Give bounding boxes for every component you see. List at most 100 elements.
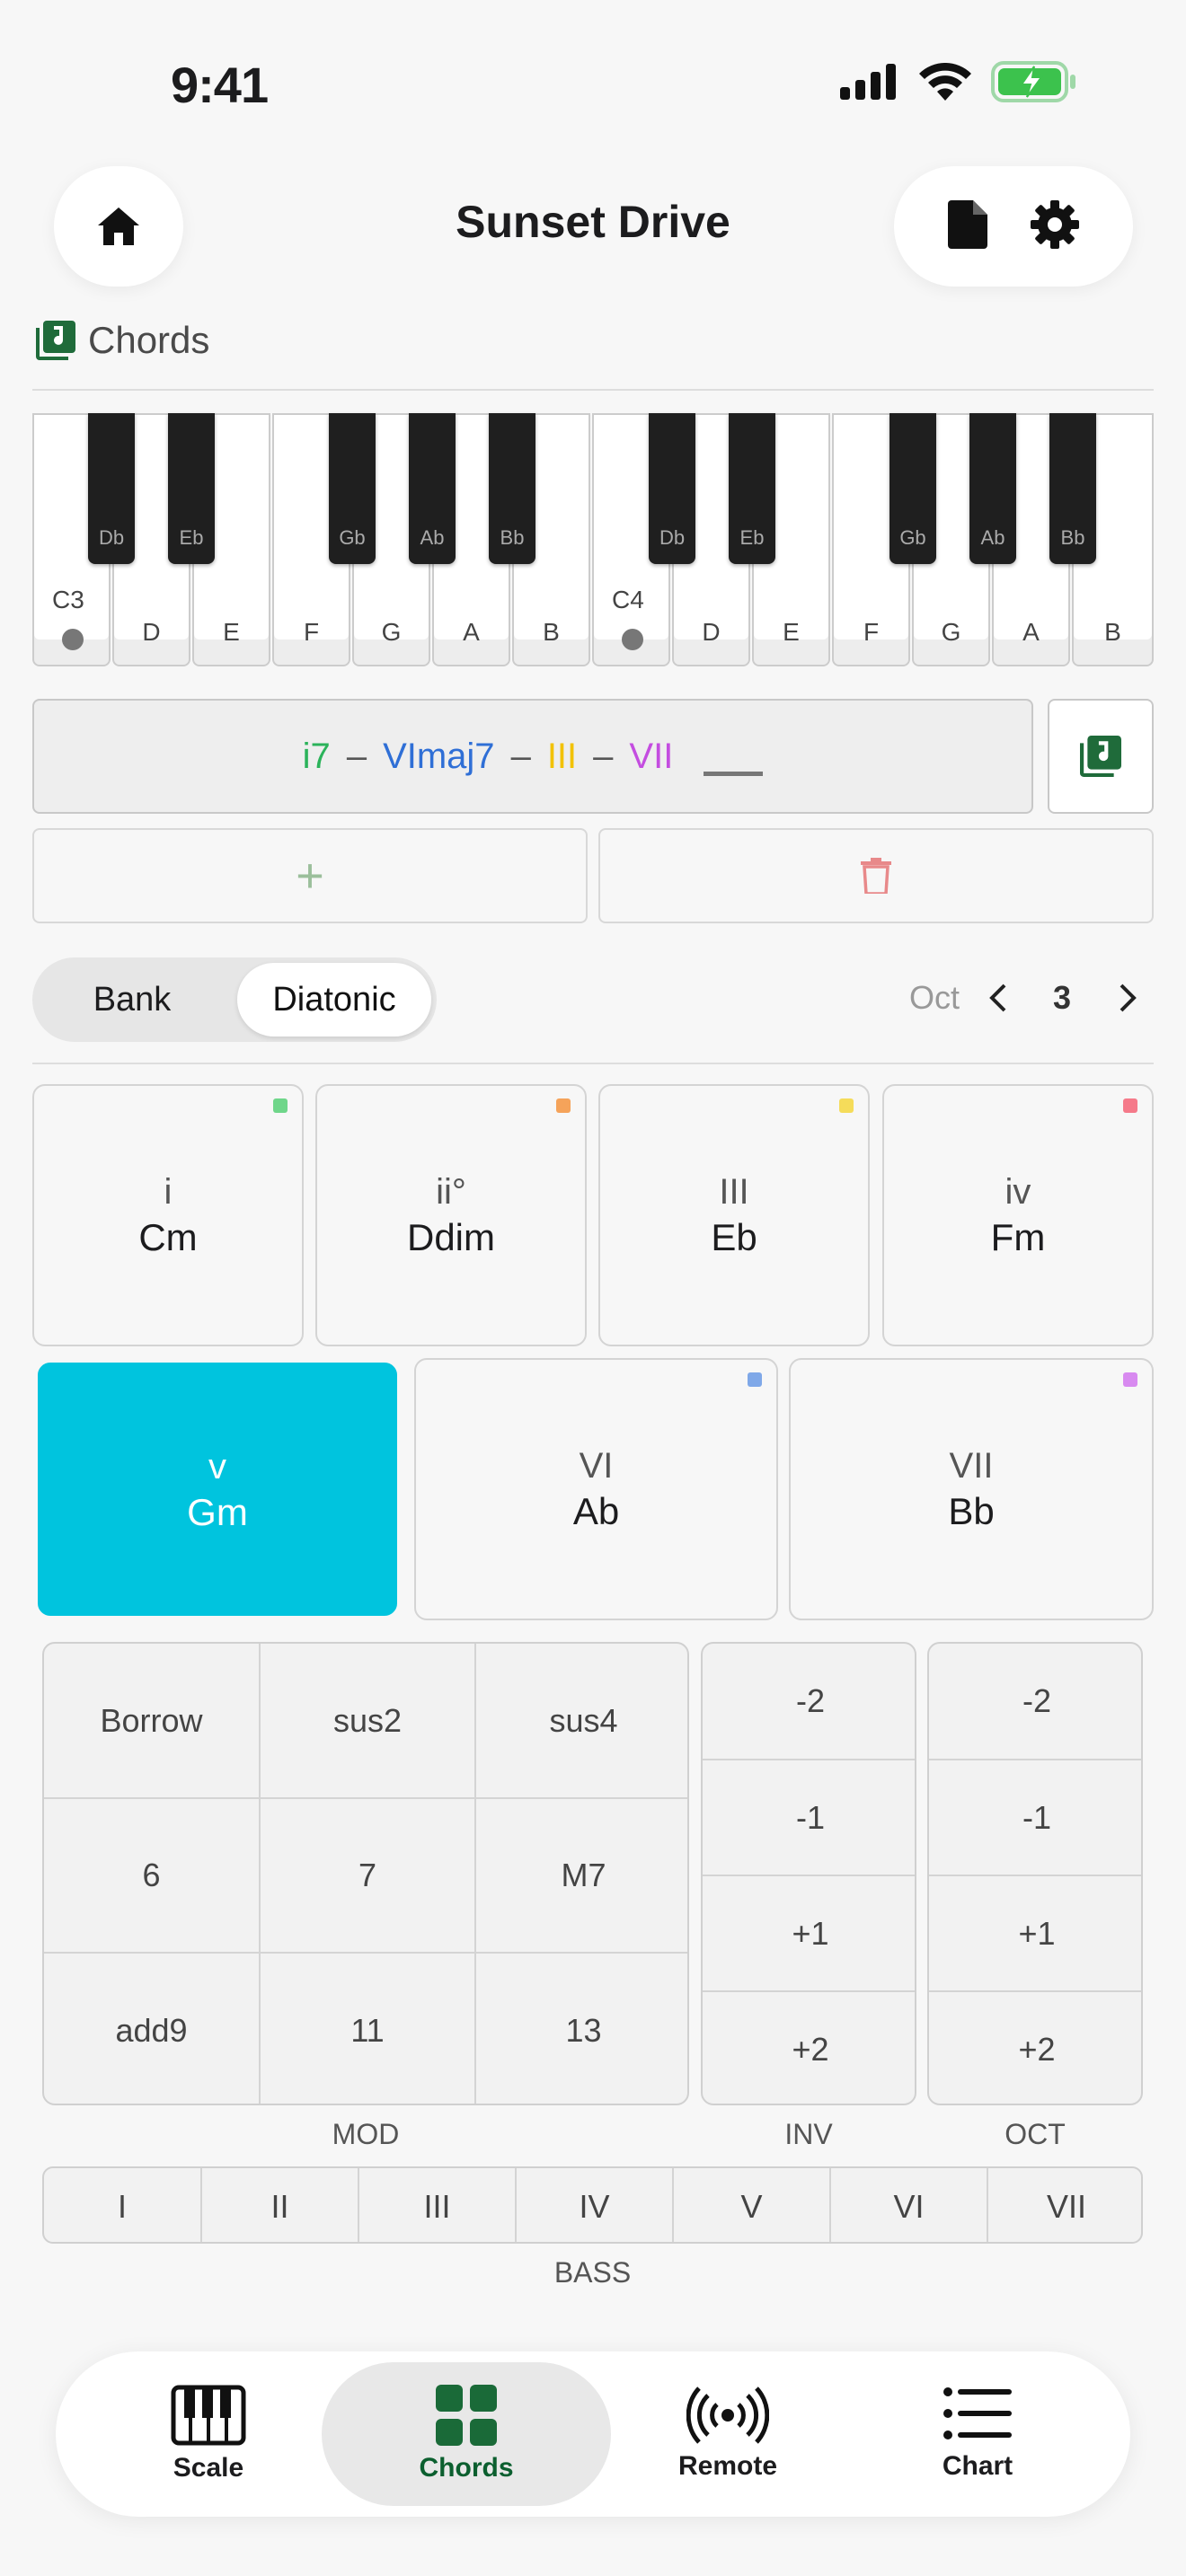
key-label: Eb xyxy=(739,526,765,549)
key-label: Bb xyxy=(500,526,525,549)
black-key[interactable]: Gb xyxy=(329,413,376,564)
chord-card[interactable]: VII Bb xyxy=(789,1358,1154,1620)
black-key[interactable]: Gb xyxy=(890,413,936,564)
marker-dot xyxy=(622,629,643,650)
chord-name: Gm xyxy=(187,1491,248,1533)
chord-card[interactable]: iv Fm xyxy=(882,1084,1154,1346)
black-key[interactable]: Eb xyxy=(168,413,215,564)
mod-sus4-button[interactable]: sus4 xyxy=(476,1644,687,1797)
chevron-left-icon[interactable] xyxy=(988,984,1008,1012)
key-label: Ab xyxy=(420,526,445,549)
color-tag xyxy=(1123,1098,1137,1113)
color-tag xyxy=(273,1098,288,1113)
progression-chord[interactable]: VImaj7 xyxy=(383,737,495,777)
mod-add9-button[interactable]: add9 xyxy=(44,1954,259,2104)
black-key[interactable]: Ab xyxy=(409,413,456,564)
chord-card[interactable]: VI Ab xyxy=(414,1358,778,1620)
black-key[interactable]: Bb xyxy=(1049,413,1096,564)
oct-plus-2-button[interactable]: +2 xyxy=(929,1992,1141,2104)
divider xyxy=(32,389,1154,391)
key-label: G xyxy=(941,618,961,646)
document-button[interactable] xyxy=(948,199,987,253)
document-icon xyxy=(948,199,987,249)
bass-vii-button[interactable]: VII xyxy=(988,2168,1141,2242)
oct-plus-1-button[interactable]: +1 xyxy=(929,1876,1141,1990)
oct-minus-1-button[interactable]: -1 xyxy=(929,1760,1141,1875)
chord-name: Ab xyxy=(572,1490,620,1532)
roman-numeral: III xyxy=(719,1172,749,1212)
piano-keyboard[interactable]: C3 D E F G A B C4 D E F G A B Db Eb Gb A… xyxy=(32,413,1154,666)
bass-iv-button[interactable]: IV xyxy=(517,2168,672,2242)
chord-card[interactable]: III Eb xyxy=(598,1084,870,1346)
piano-icon xyxy=(171,2385,246,2446)
black-key[interactable]: Eb xyxy=(729,413,775,564)
chord-name: Eb xyxy=(711,1216,757,1258)
status-icons xyxy=(840,61,1077,102)
key-label: Db xyxy=(98,526,125,549)
key-label: E xyxy=(223,618,240,646)
tab-chart[interactable]: Chart xyxy=(879,2351,1076,2517)
mod-13-button[interactable]: 13 xyxy=(476,1954,687,2104)
black-key[interactable]: Bb xyxy=(489,413,535,564)
key-label: B xyxy=(1104,618,1121,646)
black-key[interactable]: Db xyxy=(649,413,695,564)
progression-chord[interactable]: i7 xyxy=(303,737,331,777)
tab-remote[interactable]: Remote xyxy=(629,2351,827,2517)
separator: – xyxy=(346,736,367,776)
diatonic-tab[interactable]: Diatonic xyxy=(237,963,431,1037)
chevron-right-icon[interactable] xyxy=(1118,984,1137,1012)
octave-label: C3 xyxy=(52,586,84,613)
delete-chord-button[interactable] xyxy=(598,828,1154,923)
bass-iii-button[interactable]: III xyxy=(359,2168,515,2242)
chord-name: Cm xyxy=(138,1216,198,1258)
gear-icon xyxy=(1031,199,1079,249)
home-button[interactable] xyxy=(54,166,183,287)
roman-numeral: VI xyxy=(579,1446,614,1486)
tab-label: Chart xyxy=(942,2451,1013,2481)
inv-minus-1-button[interactable]: -1 xyxy=(703,1760,915,1875)
progression-chord[interactable]: III xyxy=(547,737,577,777)
mod-7-button[interactable]: 7 xyxy=(261,1799,474,1952)
roman-numeral: i xyxy=(164,1172,173,1212)
mod-6-button[interactable]: 6 xyxy=(44,1799,259,1952)
mod-m7-button[interactable]: M7 xyxy=(476,1799,687,1952)
chord-card[interactable]: ii° Ddim xyxy=(315,1084,587,1346)
settings-button[interactable] xyxy=(1031,199,1079,253)
inv-plus-2-button[interactable]: +2 xyxy=(703,1992,915,2104)
key-label: A xyxy=(1022,618,1040,646)
oct-minus-2-button[interactable]: -2 xyxy=(929,1644,1141,1759)
add-chord-button[interactable]: + xyxy=(32,828,588,923)
mod-11-button[interactable]: 11 xyxy=(261,1954,474,2104)
mode-segmented-control[interactable]: Bank Diatonic xyxy=(32,957,437,1042)
key-label: F xyxy=(303,618,320,646)
bass-vi-button[interactable]: VI xyxy=(831,2168,987,2242)
bass-ii-button[interactable]: II xyxy=(202,2168,358,2242)
color-tag xyxy=(748,1372,762,1387)
tab-bar: Scale Chords Remote Chart xyxy=(56,2351,1130,2517)
tab-chords[interactable]: Chords xyxy=(322,2362,611,2506)
mod-borrow-button[interactable]: Borrow xyxy=(44,1644,259,1797)
chord-card-selected[interactable]: v Gm xyxy=(38,1363,397,1616)
mod-sus2-button[interactable]: sus2 xyxy=(261,1644,474,1797)
broadcast-icon xyxy=(686,2386,769,2444)
black-key[interactable]: Db xyxy=(88,413,135,564)
chord-card[interactable]: i Cm xyxy=(32,1084,304,1346)
tab-scale[interactable]: Scale xyxy=(110,2351,307,2517)
trash-icon xyxy=(861,858,891,894)
bass-i-button[interactable]: I xyxy=(44,2168,200,2242)
inv-label: INV xyxy=(784,2118,833,2150)
divider xyxy=(32,1063,1154,1064)
chord-library-button[interactable] xyxy=(1048,699,1154,814)
black-key[interactable]: Ab xyxy=(969,413,1016,564)
battery-charging-icon xyxy=(991,61,1075,102)
inv-plus-1-button[interactable]: +1 xyxy=(703,1876,915,1990)
chord-progression-field[interactable]: i7 – VImaj7 – III – VII xyxy=(32,699,1033,814)
inv-minus-2-button[interactable]: -2 xyxy=(703,1644,915,1759)
chord-name: Bb xyxy=(948,1490,995,1532)
header-actions xyxy=(894,166,1133,287)
music-library-icon xyxy=(36,321,75,360)
bank-tab[interactable]: Bank xyxy=(38,963,226,1037)
bass-v-button[interactable]: V xyxy=(674,2168,829,2242)
color-tag xyxy=(839,1098,854,1113)
progression-chord[interactable]: VII xyxy=(629,737,673,777)
